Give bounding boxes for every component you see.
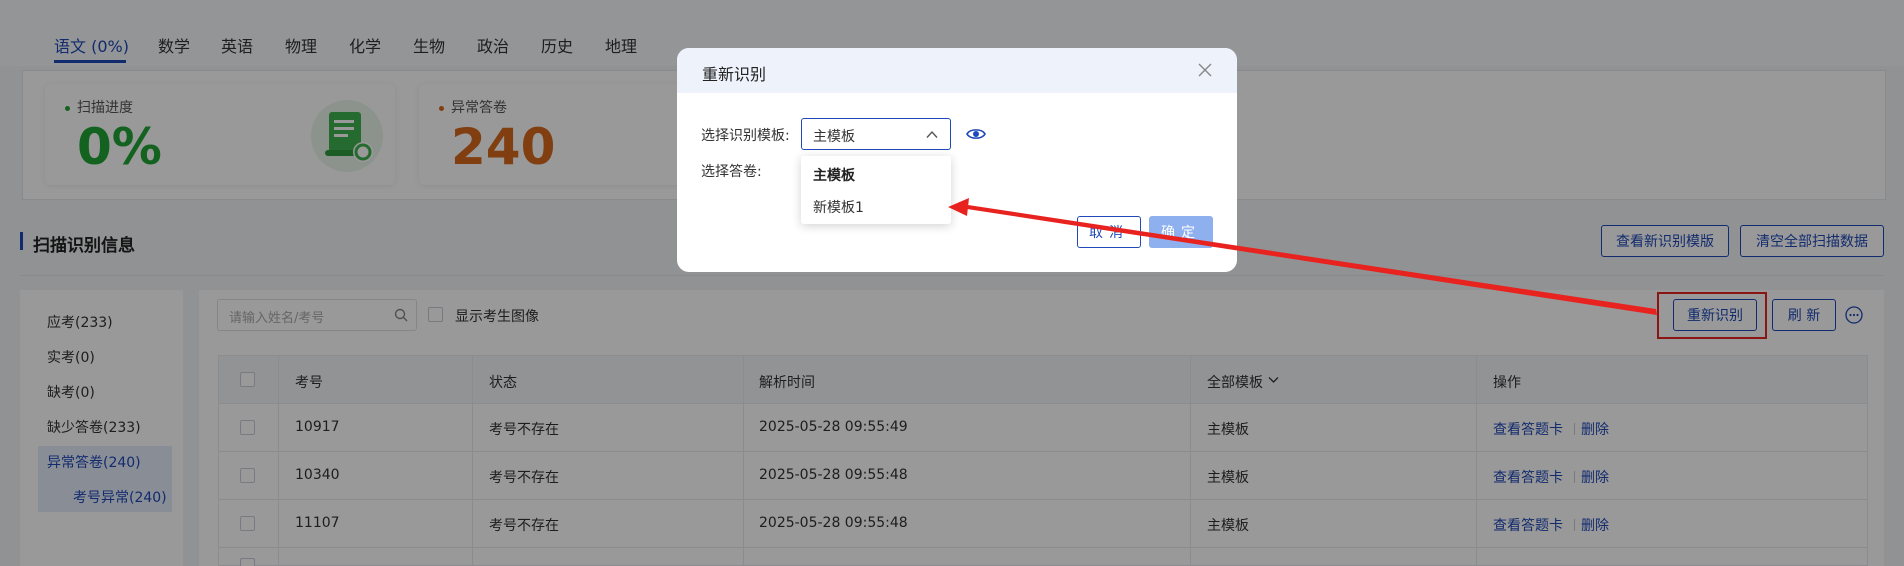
cancel-button[interactable]: 取消 (1077, 216, 1141, 248)
eye-icon[interactable] (966, 126, 986, 142)
close-icon[interactable] (1197, 62, 1213, 78)
answer-sheet-select-label: 选择答卷: (701, 164, 762, 180)
template-dropdown: 主模板 新模板1 (801, 156, 951, 224)
dropdown-option-new-template[interactable]: 新模板1 (813, 197, 864, 217)
dialog-title: 重新识别 (702, 65, 767, 84)
rescan-dialog: 重新识别 选择识别模板: 主模板 选择答卷: 取消 确定 (677, 48, 1237, 272)
template-select[interactable]: 主模板 (801, 118, 951, 150)
template-select-value: 主模板 (813, 129, 855, 145)
template-select-label: 选择识别模板: (701, 128, 790, 144)
confirm-button[interactable]: 确定 (1149, 216, 1213, 248)
dropdown-option-main-template[interactable]: 主模板 (813, 165, 855, 185)
chevron-up-icon (926, 130, 938, 138)
